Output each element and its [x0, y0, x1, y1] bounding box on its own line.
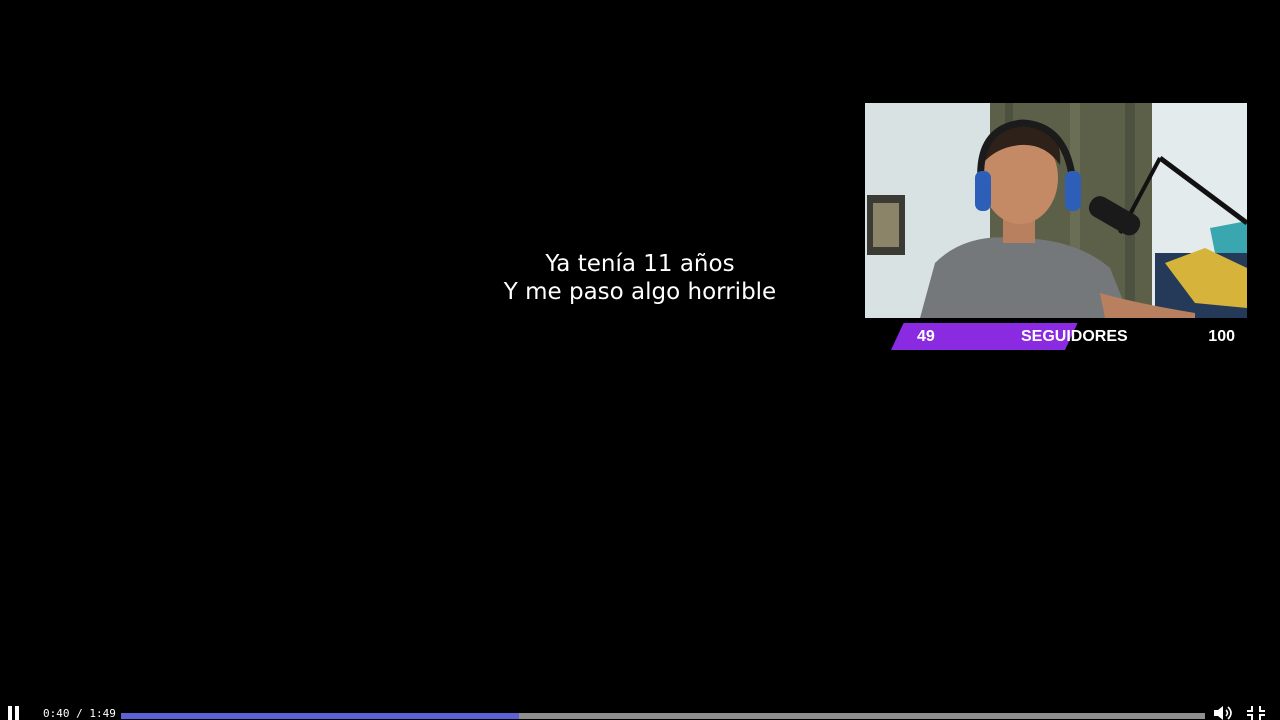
- goal-label: SEGUIDORES: [1021, 328, 1128, 345]
- exit-fullscreen-button[interactable]: [1245, 705, 1267, 720]
- volume-button[interactable]: [1213, 705, 1235, 720]
- time-display: 0:40 / 1:49: [43, 707, 116, 720]
- player-controls: 0:40 / 1:49: [0, 704, 1280, 720]
- video-caption: Ya tenía 11 años Y me paso algo horrible: [440, 250, 840, 306]
- video-player[interactable]: Ya tenía 11 años Y me paso algo horrible: [0, 0, 1280, 720]
- exit-fullscreen-icon: [1247, 706, 1265, 720]
- seek-bar-played: [121, 713, 519, 719]
- caption-line-2: Y me paso algo horrible: [503, 279, 777, 305]
- seek-bar[interactable]: [121, 713, 1205, 719]
- pause-button[interactable]: [8, 706, 24, 720]
- webcam-overlay: [865, 103, 1247, 318]
- caption-line-1: Ya tenía 11 años: [545, 251, 735, 277]
- goal-current-count: 49: [917, 328, 935, 345]
- volume-icon: [1214, 706, 1232, 720]
- follower-goal-bar: 49 SEGUIDORES 100: [865, 323, 1247, 350]
- webcam-image: [865, 103, 1247, 318]
- goal-target-count: 100: [1208, 328, 1235, 345]
